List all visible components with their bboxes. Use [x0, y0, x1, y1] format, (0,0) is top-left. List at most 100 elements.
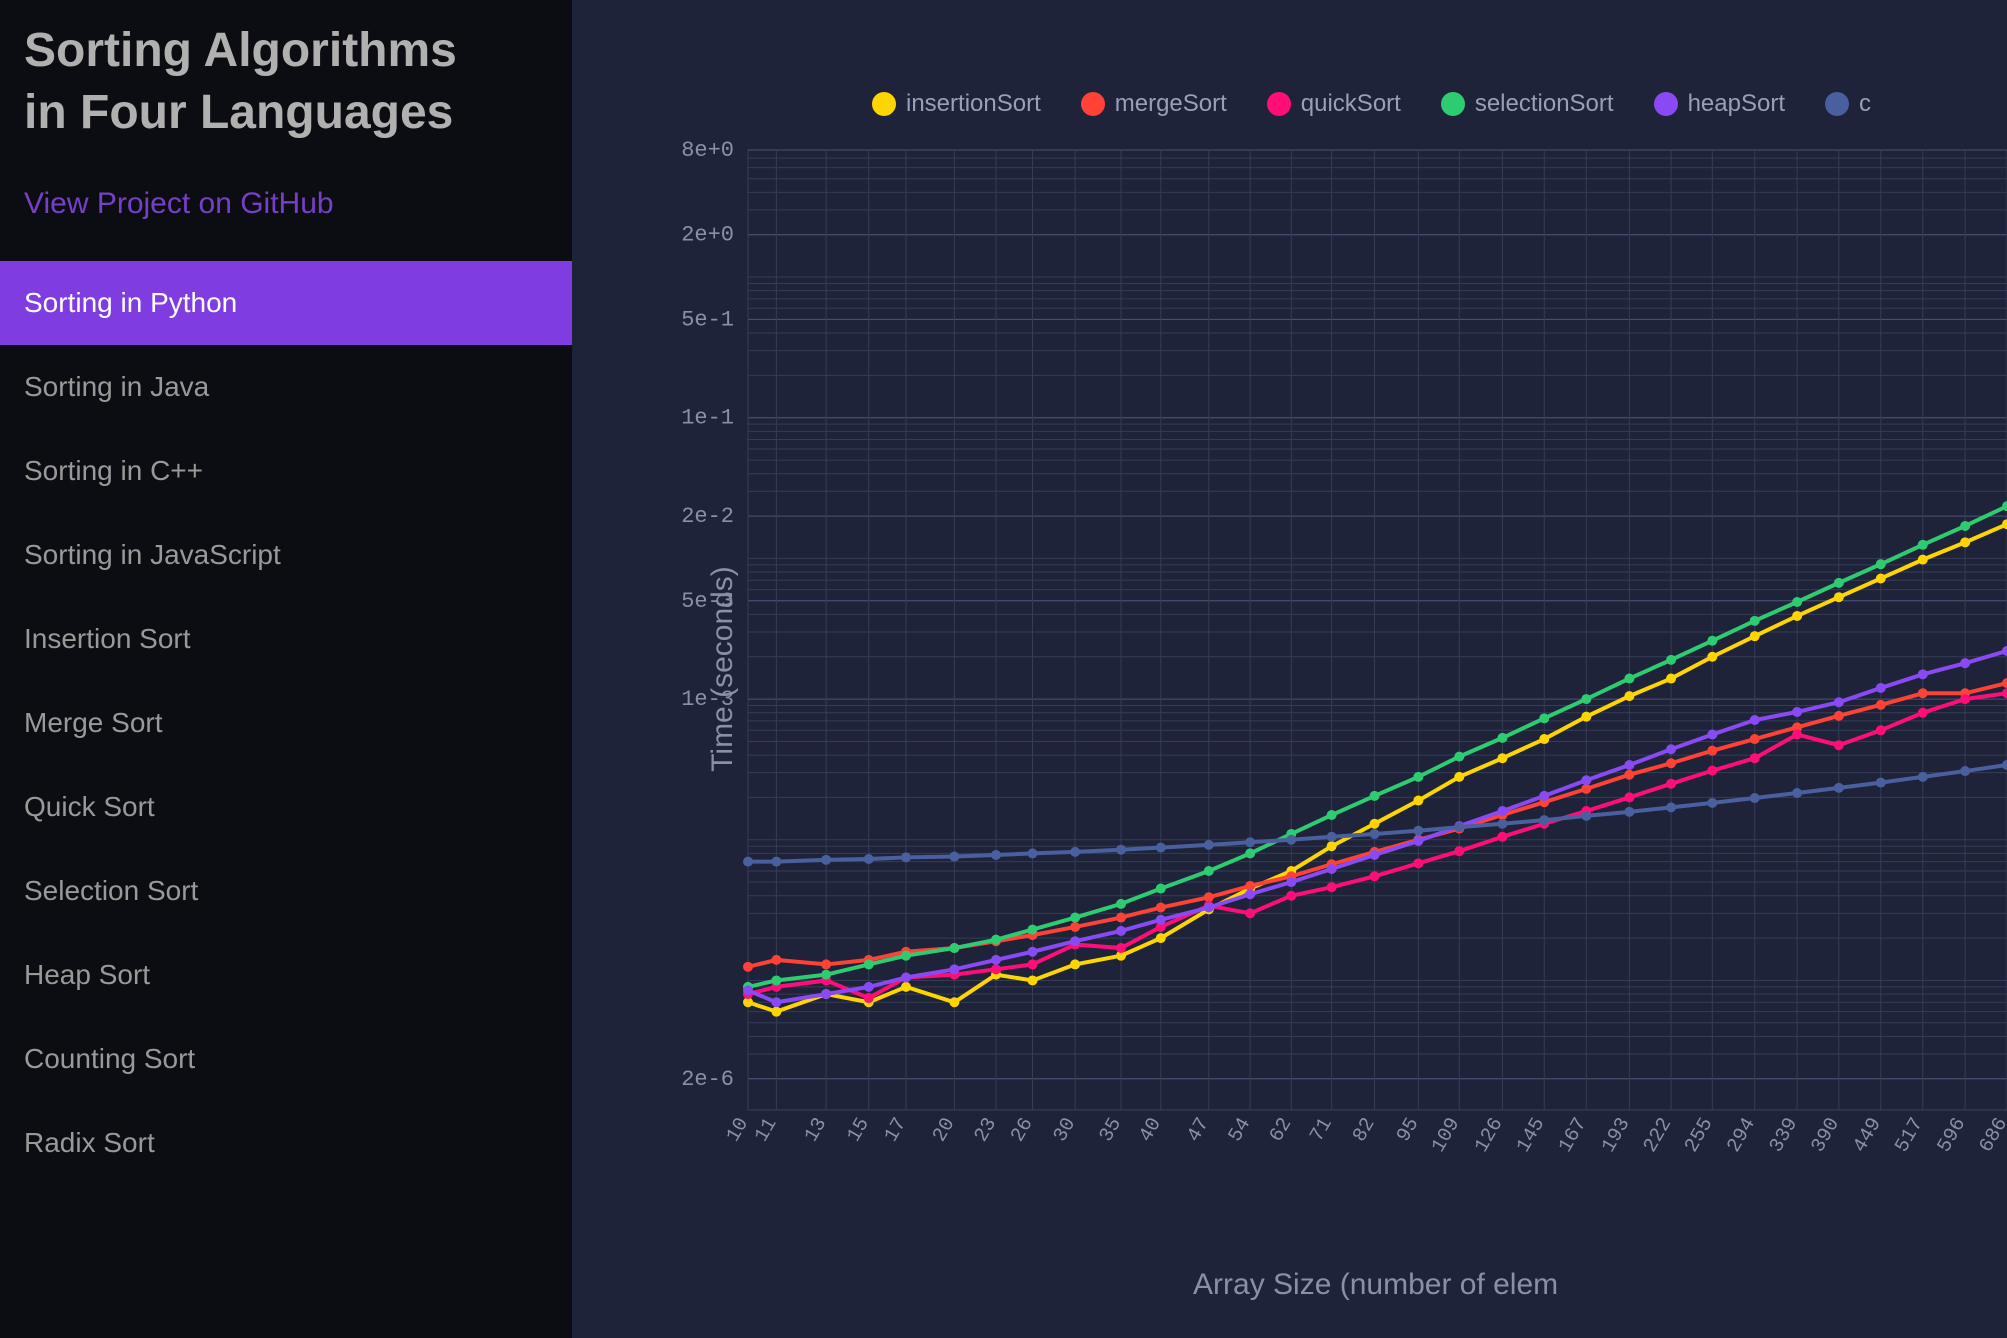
point[interactable] [1960, 658, 1970, 668]
point[interactable] [821, 959, 831, 969]
point[interactable] [1834, 783, 1844, 793]
point[interactable] [1750, 734, 1760, 744]
point[interactable] [1876, 725, 1886, 735]
point[interactable] [821, 970, 831, 980]
point[interactable] [864, 993, 874, 1003]
point[interactable] [1666, 744, 1676, 754]
point[interactable] [1666, 779, 1676, 789]
point[interactable] [1750, 715, 1760, 725]
point[interactable] [771, 955, 781, 965]
point[interactable] [1204, 866, 1214, 876]
point[interactable] [1156, 915, 1166, 925]
point[interactable] [1834, 697, 1844, 707]
point[interactable] [901, 972, 911, 982]
point[interactable] [771, 1007, 781, 1017]
legend-item-selectionSort[interactable]: selectionSort [1441, 90, 1614, 118]
point[interactable] [1707, 652, 1717, 662]
point[interactable] [1792, 597, 1802, 607]
point[interactable] [1497, 806, 1507, 816]
point[interactable] [1497, 753, 1507, 763]
point[interactable] [1624, 674, 1634, 684]
legend-item-heapSort[interactable]: heapSort [1654, 90, 1785, 118]
point[interactable] [1918, 708, 1928, 718]
point[interactable] [1413, 836, 1423, 846]
legend-item-quickSort[interactable]: quickSort [1267, 90, 1401, 118]
point[interactable] [1497, 832, 1507, 842]
point[interactable] [771, 975, 781, 985]
point[interactable] [1070, 847, 1080, 857]
point[interactable] [1918, 688, 1928, 698]
point[interactable] [1070, 913, 1080, 923]
legend-item-c[interactable]: c [1825, 90, 1871, 118]
point[interactable] [1792, 788, 1802, 798]
point[interactable] [949, 964, 959, 974]
point[interactable] [1116, 913, 1126, 923]
point[interactable] [991, 935, 1001, 945]
point[interactable] [1116, 845, 1126, 855]
point[interactable] [1245, 889, 1255, 899]
point[interactable] [949, 852, 959, 862]
point[interactable] [1497, 819, 1507, 829]
point[interactable] [1960, 766, 1970, 776]
point[interactable] [1834, 740, 1844, 750]
point[interactable] [1539, 815, 1549, 825]
point[interactable] [1156, 903, 1166, 913]
point[interactable] [1666, 802, 1676, 812]
point[interactable] [1792, 730, 1802, 740]
legend-item-mergeSort[interactable]: mergeSort [1081, 90, 1227, 118]
point[interactable] [1454, 772, 1464, 782]
point[interactable] [1834, 592, 1844, 602]
point[interactable] [1918, 772, 1928, 782]
point[interactable] [1156, 843, 1166, 853]
point[interactable] [1028, 848, 1038, 858]
point[interactable] [1624, 770, 1634, 780]
point[interactable] [1876, 778, 1886, 788]
point[interactable] [1666, 758, 1676, 768]
sidebar-item-4[interactable]: Insertion Sort [0, 597, 572, 681]
point[interactable] [1960, 694, 1970, 704]
point[interactable] [1327, 882, 1337, 892]
point[interactable] [1370, 829, 1380, 839]
point[interactable] [1454, 822, 1464, 832]
point[interactable] [1070, 959, 1080, 969]
point[interactable] [1454, 752, 1464, 762]
point[interactable] [1750, 793, 1760, 803]
point[interactable] [1454, 846, 1464, 856]
point[interactable] [1370, 871, 1380, 881]
point[interactable] [1581, 775, 1591, 785]
line-chart[interactable]: 8e+02e+05e-11e-12e-25e-31e-32e-610111315… [572, 0, 2007, 1338]
point[interactable] [1792, 611, 1802, 621]
point[interactable] [1750, 753, 1760, 763]
legend-item-insertionSort[interactable]: insertionSort [872, 90, 1041, 118]
point[interactable] [1792, 707, 1802, 717]
point[interactable] [1876, 683, 1886, 693]
point[interactable] [821, 855, 831, 865]
point[interactable] [1876, 559, 1886, 569]
point[interactable] [1624, 760, 1634, 770]
point[interactable] [1028, 975, 1038, 985]
point[interactable] [1070, 922, 1080, 932]
point[interactable] [901, 982, 911, 992]
point[interactable] [864, 982, 874, 992]
point[interactable] [743, 985, 753, 995]
point[interactable] [1834, 711, 1844, 721]
point[interactable] [1581, 712, 1591, 722]
sidebar-item-6[interactable]: Quick Sort [0, 765, 572, 849]
point[interactable] [1413, 796, 1423, 806]
point[interactable] [1960, 537, 1970, 547]
point[interactable] [1581, 811, 1591, 821]
point[interactable] [864, 959, 874, 969]
point[interactable] [1245, 848, 1255, 858]
sidebar-item-8[interactable]: Heap Sort [0, 933, 572, 1017]
point[interactable] [1624, 691, 1634, 701]
point[interactable] [1413, 826, 1423, 836]
point[interactable] [1028, 947, 1038, 957]
point[interactable] [1327, 841, 1337, 851]
point[interactable] [949, 997, 959, 1007]
point[interactable] [1539, 713, 1549, 723]
sidebar-item-1[interactable]: Sorting in Java [0, 345, 572, 429]
point[interactable] [743, 962, 753, 972]
point[interactable] [1539, 791, 1549, 801]
github-link[interactable]: View Project on GitHub [0, 163, 572, 261]
point[interactable] [1204, 903, 1214, 913]
